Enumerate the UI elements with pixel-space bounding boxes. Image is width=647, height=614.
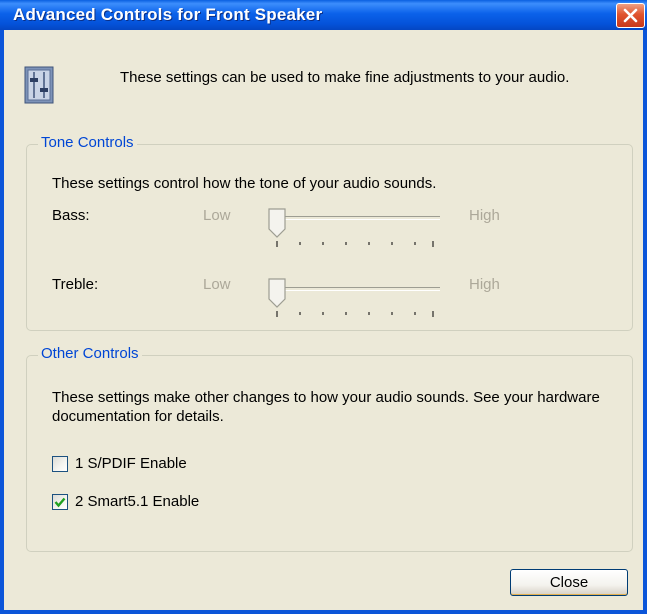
window-frame-bottom	[0, 610, 647, 614]
treble-slider-track[interactable]	[270, 287, 440, 291]
intro-text: These settings can be used to make fine …	[120, 69, 570, 86]
bass-label: Bass:	[52, 207, 90, 224]
smart51-enable-label[interactable]: 2 Smart5.1 Enable	[75, 493, 199, 510]
mixer-settings-icon	[24, 66, 54, 104]
smart51-enable-checkbox[interactable]	[52, 494, 68, 510]
other-controls-legend: Other Controls	[38, 345, 142, 362]
close-icon	[623, 8, 638, 23]
title-bar[interactable]: Advanced Controls for Front Speaker	[0, 0, 647, 30]
treble-high-label: High	[469, 276, 500, 293]
bass-slider-track[interactable]	[270, 216, 440, 220]
tone-controls-legend: Tone Controls	[38, 134, 137, 151]
bass-slider-thumb[interactable]	[268, 208, 286, 238]
bass-low-label: Low	[203, 207, 231, 224]
spdif-enable-label[interactable]: 1 S/PDIF Enable	[75, 455, 187, 472]
treble-slider-ticks	[276, 311, 434, 317]
tone-description: These settings control how the tone of y…	[52, 175, 437, 192]
spdif-enable-checkbox[interactable]	[52, 456, 68, 472]
window-frame-right	[643, 30, 647, 614]
bass-high-label: High	[469, 207, 500, 224]
checkmark-icon	[54, 497, 66, 508]
window-close-button[interactable]	[616, 3, 645, 28]
close-button[interactable]: Close	[510, 569, 628, 596]
window-title: Advanced Controls for Front Speaker	[13, 5, 323, 24]
tone-controls-group	[26, 144, 633, 331]
other-description: These settings make other changes to how…	[52, 389, 600, 425]
window-frame-left	[0, 30, 4, 614]
treble-slider-thumb[interactable]	[268, 278, 286, 308]
treble-low-label: Low	[203, 276, 231, 293]
other-controls-group	[26, 355, 633, 552]
bass-slider-ticks	[276, 241, 434, 247]
treble-label: Treble:	[52, 276, 99, 293]
